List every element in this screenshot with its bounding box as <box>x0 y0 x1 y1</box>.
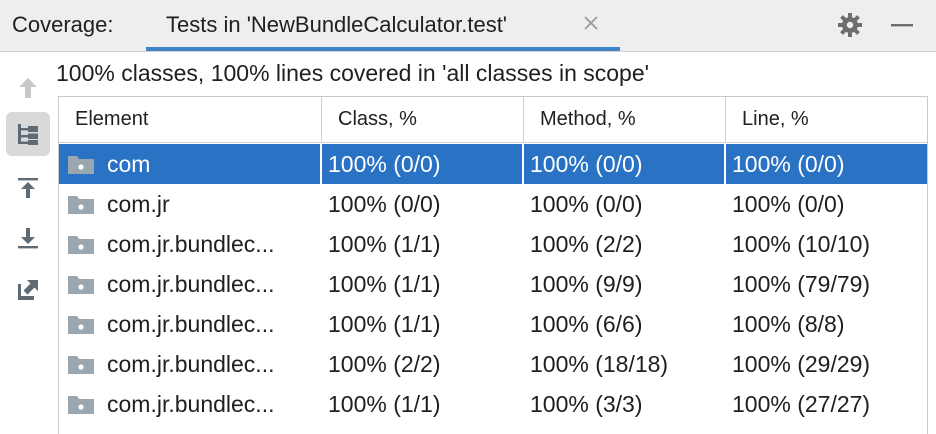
tab-label: Tests in 'NewBundleCalculator.test' <box>166 12 508 37</box>
cell-element: com.jr.bundlec... <box>107 391 275 417</box>
column-header-method[interactable]: Method, % <box>524 97 726 142</box>
cell-method: 100% (0/0) <box>524 144 726 184</box>
export-icon <box>18 228 38 249</box>
table-row[interactable]: com.jr 100% (0/0) 100% (0/0) 100% (0/0) <box>59 184 927 224</box>
arrow-up-icon <box>19 78 37 98</box>
cell-method: 100% (3/3) <box>530 391 643 417</box>
table-row[interactable]: com.jr.bundlec... 100% (1/1) 100% (3/3) … <box>59 384 927 424</box>
cell-element: com.jr.bundlec... <box>107 351 275 377</box>
cell-class: 100% (1/1) <box>328 391 441 417</box>
table-row[interactable]: com 100% (0/0) 100% (0/0) 100% (0/0) <box>59 144 927 184</box>
import-button[interactable] <box>6 166 50 210</box>
tool-window-title: Coverage: <box>12 12 114 37</box>
cell-element: com.jr.bundlec... <box>107 311 275 337</box>
flatten-packages-icon <box>18 124 38 145</box>
cell-line: 100% (27/27) <box>732 391 871 417</box>
cell-class: 100% (1/1) <box>328 311 441 337</box>
cell-class: 100% (2/2) <box>328 351 441 377</box>
cell-class: 100% (1/1) <box>328 271 441 297</box>
cell-line: 100% (8/8) <box>732 311 845 337</box>
cell-method: 100% (0/0) <box>530 191 643 217</box>
cell-element: com.jr.bundlec... <box>107 271 275 297</box>
cell-line: 100% (0/0) <box>732 191 845 217</box>
navigate-up-button[interactable] <box>6 66 50 110</box>
table-row[interactable]: com.jr.bundlec... 100% (1/1) 100% (6/6) … <box>59 304 927 344</box>
table-header: Element Class, % Method, % Line, % <box>59 97 927 143</box>
coverage-tool-window-header: Coverage: Tests in 'NewBundleCalculator.… <box>0 0 936 52</box>
export-button[interactable] <box>6 216 50 260</box>
cell-method: 100% (18/18) <box>530 351 669 377</box>
cell-line: 100% (29/29) <box>732 351 871 377</box>
table-row[interactable]: com.jr.bundlec... 100% (2/2) 100% (18/18… <box>59 344 927 384</box>
minimize-icon[interactable] <box>888 11 916 39</box>
flatten-packages-button[interactable] <box>6 112 50 156</box>
column-header-element[interactable]: Element <box>59 97 322 142</box>
close-icon[interactable] <box>580 12 602 34</box>
cell-method: 100% (2/2) <box>530 231 643 257</box>
cell-class: 100% (0/0) <box>328 191 441 217</box>
cell-class: 100% (0/0) <box>322 144 524 184</box>
coverage-toolbar <box>0 52 56 434</box>
gear-icon[interactable] <box>836 11 864 39</box>
cell-line: 100% (0/0) <box>732 151 845 177</box>
cell-element: com.jr <box>107 191 170 217</box>
column-header-line[interactable]: Line, % <box>726 97 927 142</box>
cell-method: 100% (9/9) <box>530 271 643 297</box>
open-external-button[interactable] <box>6 268 50 312</box>
table-row[interactable]: com.jr.bundlec... 100% (1/1) 100% (2/2) … <box>59 224 927 264</box>
column-header-class[interactable]: Class, % <box>322 97 524 142</box>
cell-element: com.jr.bundlec... <box>107 231 275 257</box>
open-external-icon <box>18 280 38 300</box>
cell-line: 100% (79/79) <box>732 271 871 297</box>
cell-element: com <box>59 144 322 184</box>
coverage-summary: 100% classes, 100% lines covered in 'all… <box>56 60 650 86</box>
table-row[interactable]: com.jr.bundlec... 100% (1/1) 100% (9/9) … <box>59 264 927 304</box>
cell-class: 100% (1/1) <box>328 231 441 257</box>
cell-line: 100% (10/10) <box>732 231 871 257</box>
tab-coverage-suite[interactable]: Tests in 'NewBundleCalculator.test' <box>146 0 620 51</box>
import-icon <box>18 178 38 198</box>
coverage-table[interactable]: Element Class, % Method, % Line, % com 1… <box>58 96 928 434</box>
cell-method: 100% (6/6) <box>530 311 643 337</box>
